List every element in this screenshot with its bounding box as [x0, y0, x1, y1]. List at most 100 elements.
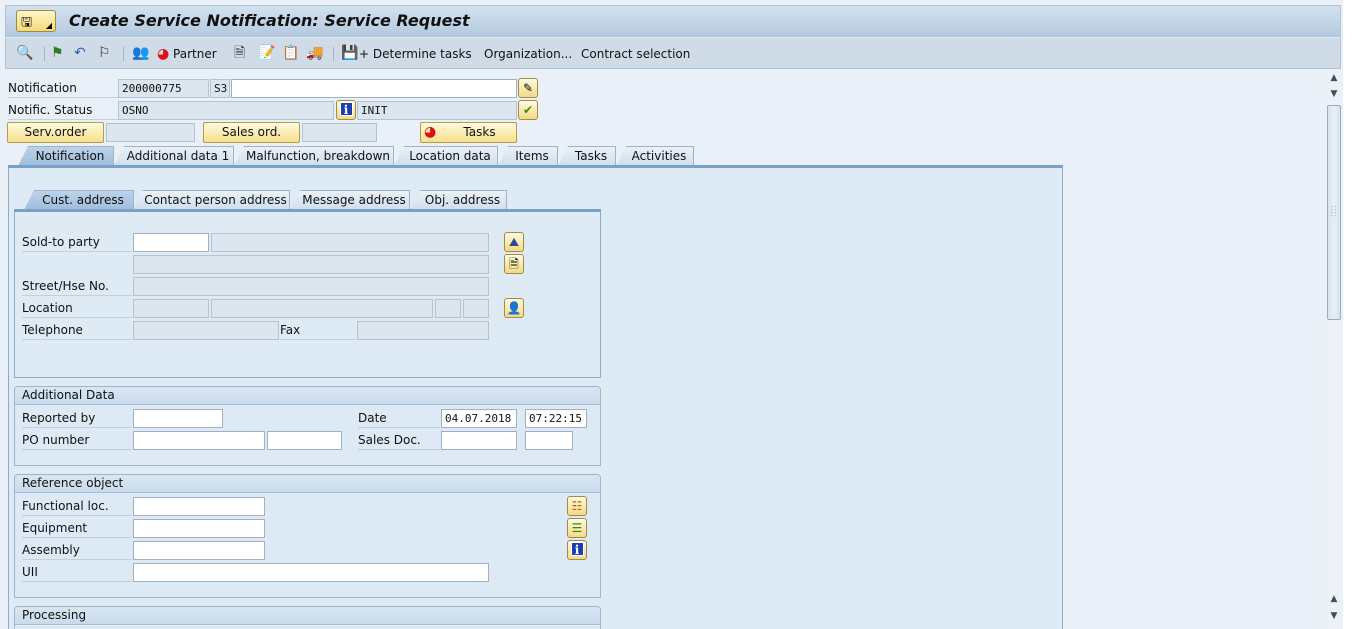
serv-order-field: [106, 123, 195, 142]
sales-doc-input[interactable]: [441, 431, 517, 450]
document-icon[interactable]: 🗎: [234, 45, 245, 63]
hierarchy-icon: ☷: [571, 499, 583, 513]
lifebuoy-icon: ◕: [424, 124, 437, 140]
grip-icon: ∷ ∷: [1331, 204, 1337, 219]
region-field: [463, 299, 489, 318]
sold-to-name-field: [211, 233, 489, 252]
display-customer-button[interactable]: ⛰: [504, 232, 524, 252]
po-number-label: PO number: [22, 430, 132, 450]
sales-doc-label: Sales Doc.: [358, 430, 440, 450]
structure-list-button[interactable]: ☰: [567, 518, 587, 538]
additional-data-title: Additional Data: [15, 387, 600, 405]
pencil-edit-icon: ✎: [522, 81, 534, 95]
checkered-flag-icon[interactable]: ⚐: [98, 45, 111, 63]
back-arrows-icon[interactable]: ↶: [74, 45, 86, 63]
uii-label: UII: [22, 562, 132, 582]
processing-group: Processing: [14, 606, 601, 629]
postal-code-field: [133, 299, 209, 318]
po-number-input[interactable]: [133, 431, 265, 450]
partner-label: Partner: [173, 47, 217, 61]
telephone-label: Telephone: [22, 320, 132, 340]
person-card-icon: 👤: [506, 301, 522, 315]
tab-additional-data-1[interactable]: Additional data 1: [114, 146, 234, 166]
catalog-icon[interactable]: 📋: [282, 45, 299, 63]
vertical-scrollbar[interactable]: ▲ ▼ ∷ ∷ ▲ ▼: [1326, 70, 1342, 629]
document-icon: 🗎: [509, 257, 519, 271]
organization-button[interactable]: Organization...: [484, 45, 572, 63]
address-detail-button[interactable]: 🗎: [504, 254, 524, 274]
save-icon[interactable]: 💾: [341, 45, 358, 63]
system-menu-button[interactable]: 🖫 ◢: [16, 10, 56, 32]
status-info-button[interactable]: i: [336, 100, 356, 120]
sold-to-party-input[interactable]: [133, 233, 209, 252]
po-date-input[interactable]: [267, 431, 342, 450]
tab-tasks[interactable]: Tasks: [558, 146, 616, 166]
partner-button[interactable]: ◕ Partner: [157, 45, 217, 63]
tab-message-address[interactable]: Message address: [290, 190, 410, 210]
tab-obj-address[interactable]: Obj. address: [410, 190, 507, 210]
street-label: Street/Hse No.: [22, 276, 132, 296]
tab-cust-address[interactable]: Cust. address: [24, 190, 134, 210]
display-object-icon[interactable]: 🔍: [16, 45, 33, 63]
equipment-label: Equipment: [22, 518, 132, 538]
tree-structure-icon: ☰: [571, 521, 583, 535]
functional-loc-input[interactable]: [133, 497, 265, 516]
name2-field: [133, 255, 489, 274]
processing-title: Processing: [15, 607, 600, 625]
tasks-button[interactable]: ◕ Tasks: [420, 122, 517, 143]
notification-description-input[interactable]: [231, 79, 517, 98]
structure-display-button[interactable]: ☷: [567, 496, 587, 516]
contract-selection-button[interactable]: Contract selection: [581, 45, 690, 63]
toolbar-separator: [44, 47, 45, 61]
tab-malfunction-breakdown[interactable]: Malfunction, breakdown: [234, 146, 394, 166]
sales-ord-button[interactable]: Sales ord.: [203, 122, 300, 143]
location-label: Location: [22, 298, 132, 318]
country-field: [435, 299, 461, 318]
partners-icon[interactable]: 👥: [132, 45, 149, 63]
scrollbar-thumb[interactable]: ∷ ∷: [1327, 105, 1341, 320]
user-status-field: [357, 101, 517, 120]
tab-location-data[interactable]: Location data: [394, 146, 498, 166]
set-user-status-button[interactable]: ✔: [518, 100, 538, 120]
reported-by-input[interactable]: [133, 409, 223, 428]
toolbar-separator: [333, 47, 334, 61]
object-info-button[interactable]: i: [567, 540, 587, 560]
serv-order-button[interactable]: Serv.order: [7, 122, 104, 143]
dropdown-arrow-icon: ◢: [45, 21, 52, 30]
toolbar-separator: [123, 47, 124, 61]
equipment-input[interactable]: [133, 519, 265, 538]
checkmark-pencil-icon: ✔: [522, 103, 534, 117]
scroll-down-bottom-button[interactable]: ▼: [1326, 608, 1342, 624]
assembly-label: Assembly: [22, 540, 132, 560]
long-text-button[interactable]: ✎: [518, 78, 538, 98]
scroll-up-bottom-button[interactable]: ▲: [1326, 591, 1342, 607]
reported-by-label: Reported by: [22, 408, 132, 428]
tab-notification[interactable]: Notification: [18, 146, 114, 166]
assembly-input[interactable]: [133, 541, 265, 560]
date-input[interactable]: [441, 409, 517, 428]
truck-icon[interactable]: 🚚: [306, 45, 323, 63]
scroll-down-top-button[interactable]: ▼: [1326, 86, 1342, 102]
notepad-icon[interactable]: 📝: [258, 45, 275, 63]
green-flag-icon[interactable]: ⚑: [51, 45, 64, 63]
determine-tasks-button[interactable]: + Determine tasks: [359, 45, 472, 63]
notification-type-field: [210, 79, 230, 98]
tasks-button-label: Tasks: [463, 125, 496, 139]
tab-activities[interactable]: Activities: [616, 146, 694, 166]
sales-ord-field: [302, 123, 377, 142]
time-input[interactable]: [525, 409, 587, 428]
notification-number-field: [118, 79, 209, 98]
tab-items[interactable]: Items: [498, 146, 558, 166]
window-edge: [1343, 0, 1356, 629]
scroll-up-top-button[interactable]: ▲: [1326, 70, 1342, 86]
reference-object-title: Reference object: [15, 475, 600, 493]
date-label: Date: [358, 408, 440, 428]
system-menu-icon: 🖫: [21, 15, 33, 30]
telephone-field: [133, 321, 279, 340]
notification-label: Notification: [8, 78, 118, 98]
contact-card-button[interactable]: 👤: [504, 298, 524, 318]
uii-input[interactable]: [133, 563, 489, 582]
street-field: [133, 277, 489, 296]
sales-doc-item-input[interactable]: [525, 431, 573, 450]
tab-contact-person-address[interactable]: Contact person address: [133, 190, 290, 210]
